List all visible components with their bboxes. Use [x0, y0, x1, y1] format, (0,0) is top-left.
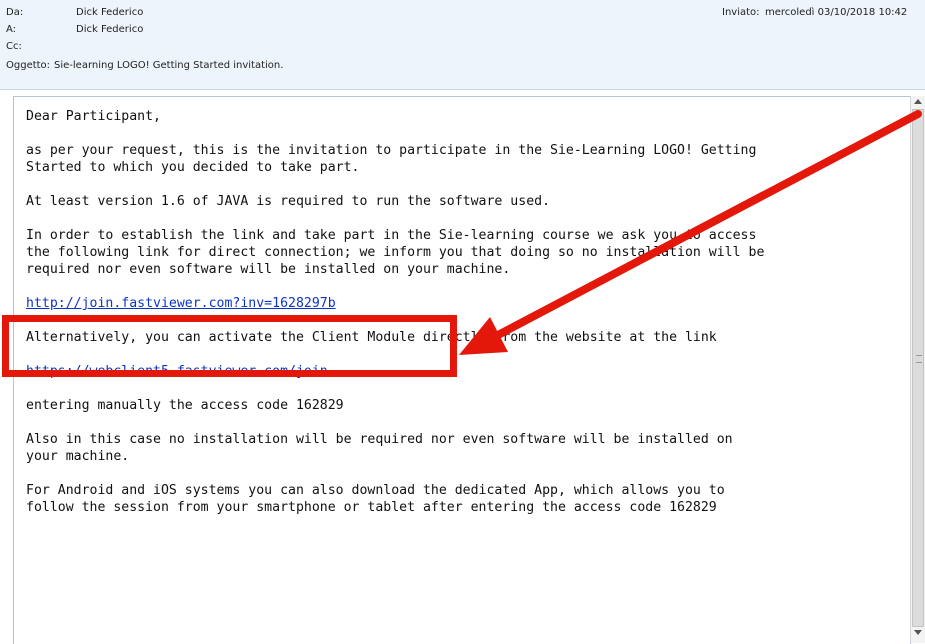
annotation-arrow-icon — [459, 110, 922, 355]
